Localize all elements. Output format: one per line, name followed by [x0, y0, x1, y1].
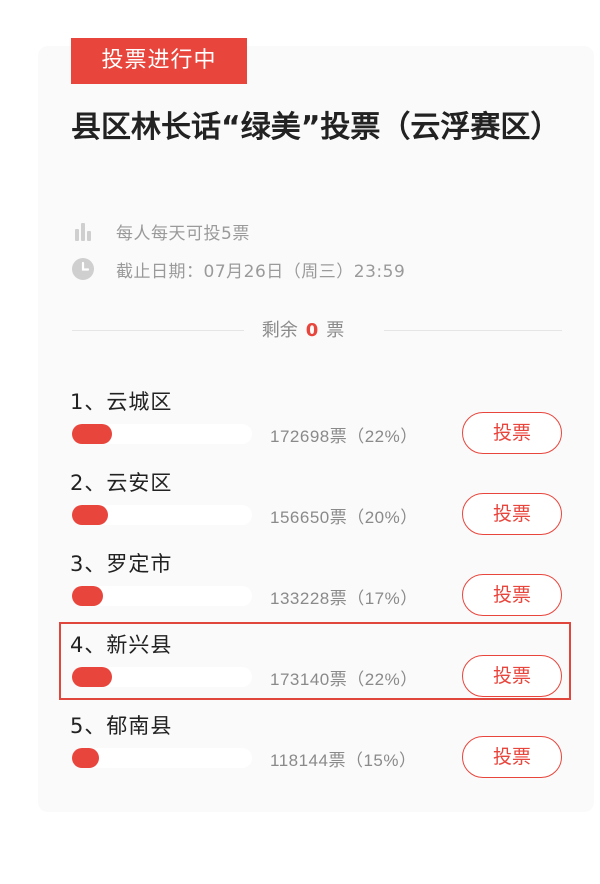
- candidate-stats: 118144票（15%）: [270, 751, 417, 770]
- deadline-text: 截止日期：07月26日（周三）23:59: [116, 261, 406, 282]
- divider-left: [72, 330, 244, 331]
- progress-track: [72, 586, 252, 606]
- daily-limit-text: 每人每天可投5票: [116, 223, 250, 244]
- clock-icon: [70, 256, 96, 282]
- progress-track: [72, 748, 252, 768]
- candidate-item: 2、云安区 156650票（20%） 投票: [70, 467, 570, 539]
- candidate-label: 4、新兴县: [70, 633, 173, 657]
- divider-right: [384, 330, 562, 331]
- progress-fill: [72, 748, 99, 768]
- status-badge: 投票进行中: [71, 38, 247, 84]
- candidate-label: 5、郁南县: [70, 714, 173, 738]
- progress-fill: [72, 424, 112, 444]
- candidate-item: 5、郁南县 118144票（15%） 投票: [70, 710, 570, 782]
- candidate-stats: 172698票（22%）: [270, 427, 418, 446]
- candidate-stats: 133228票（17%）: [270, 589, 418, 608]
- progress-track: [72, 424, 252, 444]
- candidate-stats: 173140票（22%）: [270, 670, 418, 689]
- remaining-count: 0: [305, 320, 319, 341]
- progress-track: [72, 505, 252, 525]
- vote-button[interactable]: 投票: [462, 493, 562, 535]
- vote-button[interactable]: 投票: [462, 736, 562, 778]
- progress-fill: [72, 586, 103, 606]
- candidate-item: 3、罗定市 133228票（17%） 投票: [70, 548, 570, 620]
- candidate-item: 1、云城区 172698票（22%） 投票: [70, 386, 570, 458]
- vote-button[interactable]: 投票: [462, 655, 562, 697]
- progress-fill: [72, 667, 112, 687]
- candidate-label: 3、罗定市: [70, 552, 173, 576]
- candidate-item: 4、新兴县 173140票（22%） 投票: [70, 629, 570, 701]
- candidate-stats: 156650票（20%）: [270, 508, 418, 527]
- remaining-votes: 剩余 0 票: [238, 316, 368, 346]
- page-title: 县区林长话“绿美”投票（云浮赛区）: [71, 110, 561, 145]
- remaining-suffix: 票: [326, 320, 345, 341]
- vote-button[interactable]: 投票: [462, 574, 562, 616]
- progress-fill: [72, 505, 108, 525]
- bar-chart-icon: [70, 218, 96, 244]
- deadline-row: 截止日期：07月26日（周三）23:59: [70, 254, 405, 284]
- remaining-prefix: 剩余: [261, 320, 298, 341]
- progress-track: [72, 667, 252, 687]
- candidate-label: 2、云安区: [70, 471, 173, 495]
- daily-limit-row: 每人每天可投5票: [70, 216, 250, 246]
- candidate-label: 1、云城区: [70, 390, 173, 414]
- vote-button[interactable]: 投票: [462, 412, 562, 454]
